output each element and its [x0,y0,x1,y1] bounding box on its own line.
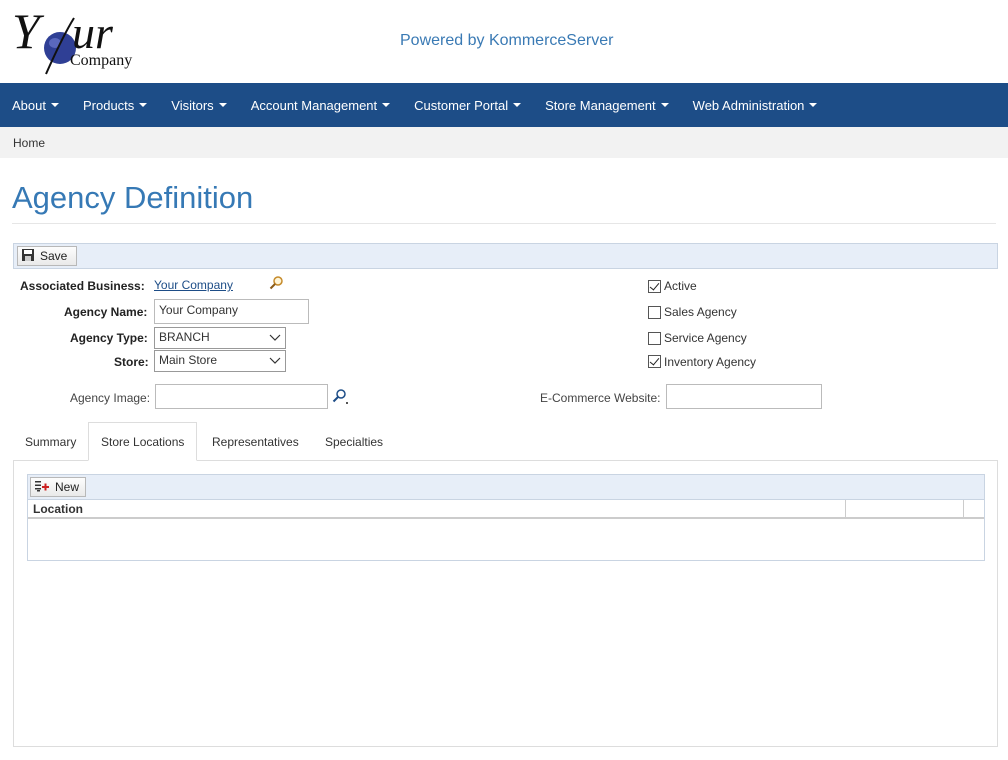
form-toolbar: Save [13,243,998,269]
nav-store-management-label: Store Management [545,97,656,113]
ecommerce-website-label: E-Commerce Website: [540,391,661,405]
tab-store-locations-label: Store Locations [101,434,185,449]
store-label: Store: [114,355,149,369]
nav-customer-portal-label: Customer Portal [414,97,509,113]
nav-products[interactable]: Products [71,83,159,127]
breadcrumb: Home [0,127,1008,158]
save-button-label: Save [40,249,68,263]
tab-representatives-label: Representatives [212,434,299,449]
inventory-agency-label: Inventory Agency [664,355,757,369]
ecommerce-website-input[interactable] [666,384,822,409]
tab-store-locations[interactable]: Store Locations [88,422,198,461]
company-logo[interactable]: Y ur Company [10,3,150,75]
caret-down-icon [382,103,391,107]
tab-specialties-label: Specialties [325,434,384,449]
logo-company-text: Company [70,52,133,69]
magnifier-icon[interactable] [269,275,284,290]
service-agency-label: Service Agency [664,331,747,345]
agency-name-label: Agency Name: [64,305,148,319]
logo-letters-ur: ur [72,7,113,58]
store-locations-panel: New Location [13,460,998,747]
locations-grid: New Location [27,474,985,561]
new-location-button[interactable]: New [30,477,86,497]
agency-type-select[interactable]: BRANCH [154,327,286,349]
save-button[interactable]: Save [17,246,77,266]
associated-business-link[interactable]: Your Company [154,278,233,292]
nav-web-administration-label: Web Administration [692,97,805,113]
nav-products-label: Products [82,97,135,113]
nav-visitors[interactable]: Visitors [159,83,238,127]
inventory-agency-checkbox[interactable] [648,355,661,368]
caret-down-icon [50,103,59,107]
store-value: Main Store [159,353,218,367]
agency-image-label: Agency Image: [70,391,151,405]
breadcrumb-home[interactable]: Home [13,136,45,150]
caret-down-icon [513,103,522,107]
column-header-scroll [964,500,984,517]
active-checkbox[interactable] [648,280,661,293]
active-label: Active [664,279,697,293]
nav-store-management[interactable]: Store Management [533,83,681,127]
logo-letter-y: Y [12,3,40,59]
caret-down-icon [660,103,669,107]
new-button-label: New [55,480,80,494]
main-navbar: About Products Visitors Account Manageme… [0,83,1008,127]
tab-summary[interactable]: Summary [13,422,88,461]
page-title: Agency Definition [12,180,254,215]
column-header-location[interactable]: Location [28,500,846,517]
caret-down-icon [218,103,227,107]
store-select[interactable]: Main Store [154,350,286,372]
sales-agency-label: Sales Agency [664,305,737,319]
caret-down-icon [809,103,818,107]
agency-name-input[interactable]: Your Company [154,299,309,324]
nav-web-administration[interactable]: Web Administration [681,83,830,127]
associated-business-label: Associated Business: [20,279,145,293]
sales-agency-checkbox[interactable] [648,306,661,319]
floppy-disk-icon [22,248,34,264]
grid-toolbar: New [28,475,984,500]
nav-customer-portal[interactable]: Customer Portal [402,83,533,127]
caret-down-icon [139,103,148,107]
title-divider [12,223,996,224]
powered-by-text: Powered by KommerceServer [400,32,614,49]
tab-representatives[interactable]: Representatives [200,422,311,461]
header: Y ur Company Powered by KommerceServer [0,0,1008,83]
nav-about-label: About [12,97,46,113]
nav-account-management-label: Account Management [250,97,378,113]
nav-about[interactable]: About [0,83,71,127]
agency-type-value: BRANCH [159,330,210,344]
chevron-down-icon [269,334,281,341]
tab-specialties[interactable]: Specialties [313,422,395,461]
nav-account-management[interactable]: Account Management [239,83,402,127]
agency-type-label: Agency Type: [70,331,148,345]
magnifier-icon[interactable] [332,388,348,405]
grid-header-row: Location [28,500,984,519]
nav-visitors-label: Visitors [171,97,214,113]
add-row-icon [35,480,49,495]
service-agency-checkbox[interactable] [648,332,661,345]
tab-summary-label: Summary [25,434,77,449]
chevron-down-icon [269,357,281,364]
column-header-blank [846,500,964,517]
agency-image-input[interactable] [155,384,328,409]
